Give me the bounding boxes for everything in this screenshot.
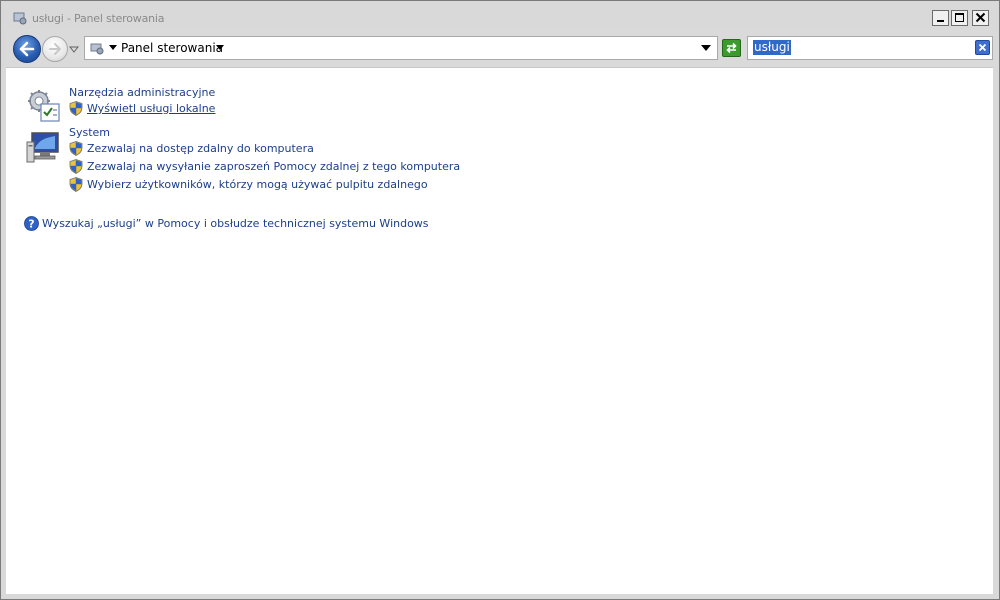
task-link[interactable]: Zezwalaj na dostęp zdalny do komputera bbox=[87, 141, 314, 156]
control-panel-window: usługi - Panel sterowania Panel sterowan… bbox=[0, 0, 1000, 600]
minimize-button[interactable] bbox=[932, 10, 949, 26]
refresh-button[interactable] bbox=[722, 39, 741, 57]
minimize-icon bbox=[937, 20, 944, 22]
maximize-icon bbox=[955, 13, 964, 22]
breadcrumb-control-panel[interactable]: Panel sterowania bbox=[121, 41, 223, 55]
task-link[interactable]: Wyświetl usługi lokalne bbox=[87, 101, 215, 116]
admin-tools-icon bbox=[28, 90, 60, 122]
group-title[interactable]: System bbox=[69, 126, 110, 139]
group-title[interactable]: Narzędzia administracyjne bbox=[69, 86, 215, 99]
uac-shield-icon bbox=[69, 177, 83, 192]
address-bar[interactable]: Panel sterowania bbox=[84, 36, 718, 60]
search-input-value: usługi bbox=[753, 40, 791, 55]
svg-text:?: ? bbox=[28, 218, 34, 231]
clear-search-button[interactable] bbox=[975, 40, 990, 55]
address-dropdown-icon[interactable] bbox=[701, 45, 711, 51]
control-panel-icon bbox=[90, 43, 104, 55]
result-group-admin-tools: Narzędzia administracyjne Wyświetl usług… bbox=[6, 68, 993, 128]
forward-button[interactable] bbox=[42, 36, 68, 62]
uac-shield-icon bbox=[69, 101, 83, 116]
close-icon bbox=[975, 12, 986, 23]
search-results-pane: Narzędzia administracyjne Wyświetl usług… bbox=[6, 67, 993, 594]
uac-shield-icon bbox=[69, 159, 83, 174]
back-button[interactable] bbox=[13, 35, 41, 63]
close-icon bbox=[978, 43, 987, 52]
maximize-button[interactable] bbox=[951, 10, 968, 26]
breadcrumb-arrow-icon[interactable] bbox=[216, 45, 224, 51]
close-button[interactable] bbox=[972, 10, 989, 26]
breadcrumb-arrow-icon[interactable] bbox=[109, 45, 117, 51]
help-icon: ? bbox=[24, 216, 39, 231]
search-input[interactable]: usługi bbox=[747, 36, 993, 60]
task-link[interactable]: Zezwalaj na wysyłanie zaproszeń Pomocy z… bbox=[87, 159, 460, 174]
forward-arrow-icon bbox=[49, 43, 61, 55]
task-link[interactable]: Wybierz użytkowników, którzy mogą używać… bbox=[87, 177, 428, 192]
system-computer-icon bbox=[26, 132, 59, 163]
recent-pages-dropdown-icon[interactable] bbox=[69, 44, 79, 54]
result-group-system: System Zezwalaj na dostęp zdalny do komp… bbox=[6, 126, 993, 198]
navigation-toolbar: Panel sterowania usługi bbox=[6, 29, 993, 67]
refresh-icon bbox=[726, 42, 737, 54]
title-bar[interactable]: usługi - Panel sterowania bbox=[1, 1, 999, 29]
control-panel-icon bbox=[13, 12, 27, 25]
uac-shield-icon bbox=[69, 141, 83, 156]
back-arrow-icon bbox=[19, 41, 35, 57]
help-search-link[interactable]: Wyszukaj „usługi” w Pomocy i obsłudze te… bbox=[42, 216, 429, 231]
window-title: usługi - Panel sterowania bbox=[32, 12, 165, 25]
